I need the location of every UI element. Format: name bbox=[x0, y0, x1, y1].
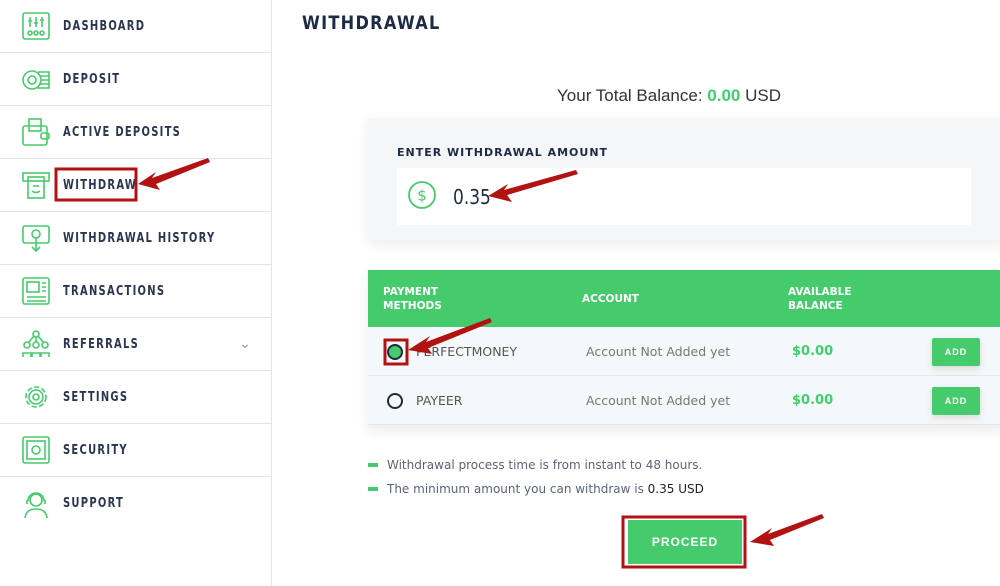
headset-icon bbox=[20, 488, 52, 520]
sidebar-item-deposit[interactable]: DEPOSIT bbox=[0, 53, 271, 106]
amount-card: ENTER WITHDRAWAL AMOUNT $ 0.35 bbox=[368, 118, 1000, 240]
proceed-button[interactable]: PROCEED bbox=[628, 520, 742, 564]
sidebar-item-label: ACTIVE DEPOSITS bbox=[63, 124, 182, 140]
sidebar: DASHBOARD DEPOSIT ACTIVE DEPOSITS WITHDR… bbox=[0, 0, 272, 586]
coins-icon bbox=[20, 63, 52, 95]
gear-icon bbox=[20, 381, 52, 413]
atm-cash-icon bbox=[20, 169, 52, 201]
sidebar-item-label: DASHBOARD bbox=[63, 18, 146, 34]
sidebar-item-label: SETTINGS bbox=[63, 389, 129, 405]
table-row: PERFECTMONEY Account Not Added yet $0.00… bbox=[368, 327, 1000, 376]
sidebar-item-label: WITHDRAW bbox=[63, 177, 138, 193]
total-balance: Your Total Balance: 0.00 USD bbox=[557, 86, 781, 106]
receipt-icon bbox=[20, 275, 52, 307]
sidebar-item-transactions[interactable]: TRANSACTIONS bbox=[0, 265, 271, 318]
header-text: AVAILABLE bbox=[788, 286, 852, 298]
sidebar-item-label: SUPPORT bbox=[63, 496, 125, 511]
method-name: PAYEER bbox=[416, 393, 463, 408]
sliders-icon bbox=[20, 10, 52, 42]
add-account-button[interactable]: ADD bbox=[932, 387, 980, 415]
available-balance: $0.00 bbox=[792, 344, 834, 359]
note-text: The minimum amount you can withdraw is bbox=[387, 482, 644, 496]
balance-label: Your Total Balance: bbox=[557, 86, 703, 105]
table-header: PAYMENT METHODS ACCOUNT AVAILABLE BALANCE bbox=[368, 270, 1000, 327]
header-account: ACCOUNT bbox=[582, 293, 639, 305]
sidebar-item-support[interactable]: SUPPORT bbox=[0, 477, 271, 530]
table-row: PAYEER Account Not Added yet $0.00 ADD bbox=[368, 376, 1000, 425]
bullet-icon bbox=[368, 487, 378, 491]
dollar-icon: $ bbox=[407, 180, 437, 214]
radio-payeer[interactable] bbox=[387, 393, 403, 409]
cash-download-icon bbox=[20, 222, 52, 254]
network-icon bbox=[20, 328, 52, 360]
sidebar-item-withdrawal-history[interactable]: WITHDRAWAL HISTORY bbox=[0, 212, 271, 265]
svg-text:$: $ bbox=[417, 186, 427, 204]
sidebar-item-label: SECURITY bbox=[63, 442, 128, 458]
sidebar-item-label: WITHDRAWAL HISTORY bbox=[63, 230, 216, 246]
balance-currency: USD bbox=[745, 86, 782, 105]
bullet-icon bbox=[368, 463, 378, 467]
header-text: PAYMENT bbox=[383, 286, 439, 298]
header-text: METHODS bbox=[383, 300, 442, 312]
balance-value: 0.00 bbox=[707, 86, 741, 105]
sidebar-item-dashboard[interactable]: DASHBOARD bbox=[0, 0, 271, 53]
sidebar-item-referrals[interactable]: REFERRALS ⌄ bbox=[0, 318, 271, 371]
sidebar-item-label: DEPOSIT bbox=[63, 71, 121, 87]
sidebar-item-settings[interactable]: SETTINGS bbox=[0, 371, 271, 424]
amount-label: ENTER WITHDRAWAL AMOUNT bbox=[397, 146, 609, 159]
sidebar-item-security[interactable]: SECURITY bbox=[0, 424, 271, 477]
account-status: Account Not Added yet bbox=[586, 393, 731, 408]
amount-value: 0.35 bbox=[453, 184, 491, 209]
wallet-icon bbox=[20, 116, 52, 148]
header-text: BALANCE bbox=[788, 300, 843, 312]
payment-methods-table: PAYMENT METHODS ACCOUNT AVAILABLE BALANCE … bbox=[368, 270, 1000, 425]
sidebar-item-active-deposits[interactable]: ACTIVE DEPOSITS bbox=[0, 106, 271, 159]
sidebar-item-label: TRANSACTIONS bbox=[63, 283, 166, 299]
main-content: WITHDRAWAL Your Total Balance: 0.00 USD … bbox=[273, 0, 1000, 586]
sidebar-item-label: REFERRALS bbox=[63, 336, 140, 352]
sidebar-item-withdraw[interactable]: WITHDRAW bbox=[0, 159, 271, 212]
radio-perfectmoney[interactable] bbox=[387, 344, 403, 360]
add-account-button[interactable]: ADD bbox=[932, 338, 980, 366]
method-name: PERFECTMONEY bbox=[416, 344, 518, 359]
min-amount: 0.35 USD bbox=[647, 482, 704, 496]
note-processing-time: Withdrawal process time is from instant … bbox=[368, 458, 702, 472]
safe-icon bbox=[20, 434, 52, 466]
available-balance: $0.00 bbox=[792, 393, 834, 408]
note-text: Withdrawal process time is from instant … bbox=[387, 458, 703, 472]
note-minimum: The minimum amount you can withdraw is 0… bbox=[368, 482, 704, 496]
page-title: WITHDRAWAL bbox=[302, 12, 441, 34]
chevron-down-icon[interactable]: ⌄ bbox=[239, 336, 251, 352]
account-status: Account Not Added yet bbox=[586, 344, 731, 359]
amount-input[interactable]: $ 0.35 bbox=[397, 168, 971, 225]
